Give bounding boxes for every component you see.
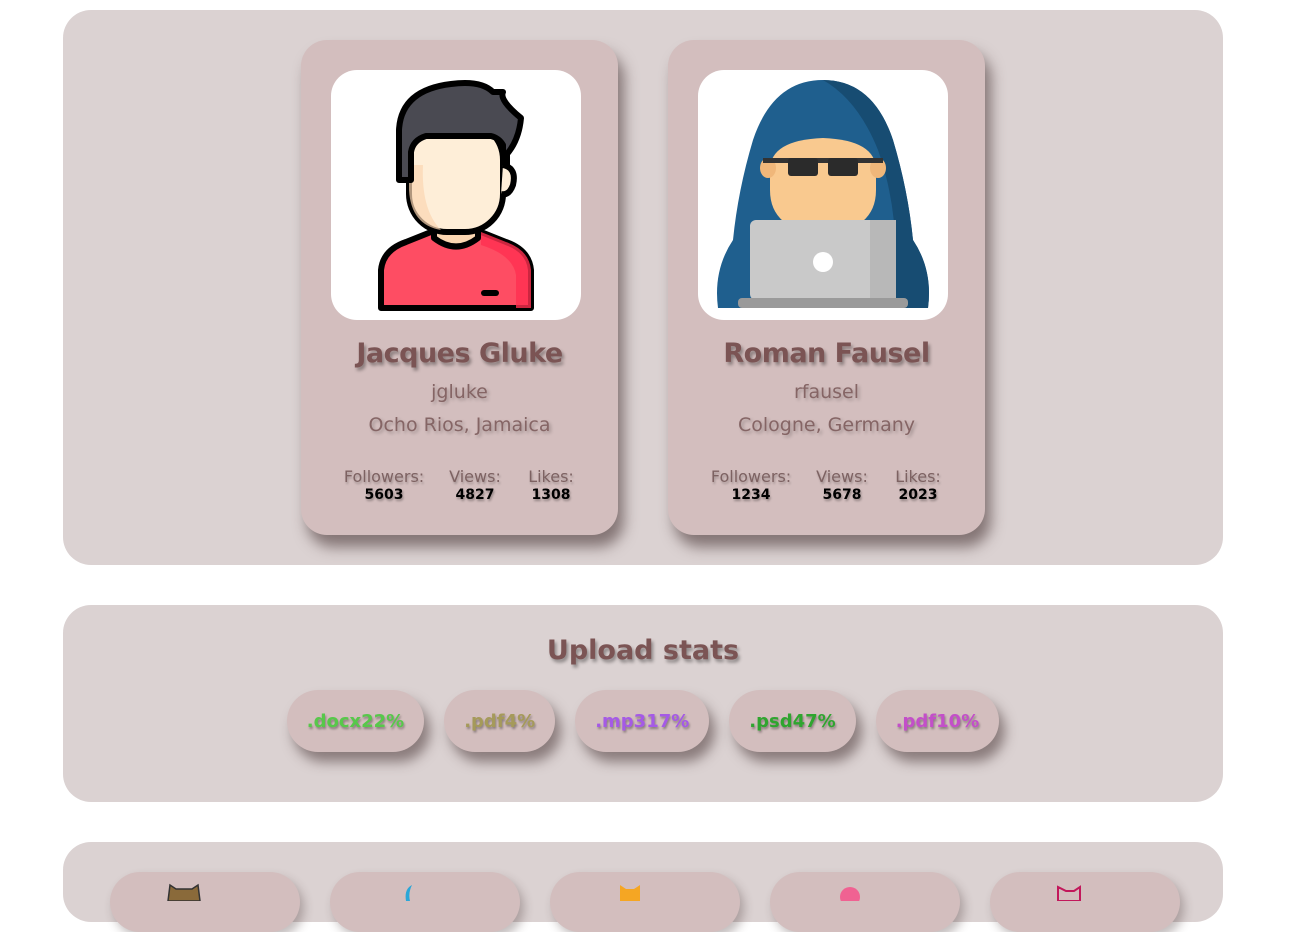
avatar-card[interactable] <box>330 872 520 932</box>
upload-stat-pill[interactable]: .mp317% <box>575 690 710 752</box>
avatar <box>331 70 581 320</box>
profile-card[interactable]: Jacques Gluke jgluke Ocho Rios, Jamaica … <box>301 40 618 535</box>
avatar-card[interactable] <box>110 872 300 932</box>
likes-stat: Likes: 1308 <box>521 467 581 503</box>
bottom-panel <box>63 842 1223 932</box>
likes-stat: Likes: 2023 <box>888 467 948 503</box>
avatar-card[interactable] <box>770 872 960 932</box>
likes-count: 1308 <box>531 487 571 503</box>
profile-name: Jacques Gluke <box>356 338 563 369</box>
likes-label: Likes: <box>895 467 941 486</box>
followers-label: Followers: <box>710 467 792 486</box>
avatar <box>698 70 948 320</box>
owl-icon <box>167 883 201 901</box>
followers-count: 5603 <box>364 487 404 503</box>
hacker-avatar-icon <box>717 80 929 308</box>
profiles-panel: Jacques Gluke jgluke Ocho Rios, Jamaica … <box>63 10 1223 565</box>
upload-stat-pill[interactable]: .pdf10% <box>875 690 1000 752</box>
likes-count: 2023 <box>898 487 938 503</box>
followers-count: 1234 <box>731 487 771 503</box>
avatar-card[interactable] <box>990 872 1180 932</box>
avatar-card[interactable] <box>550 872 740 932</box>
person-avatar-icon <box>378 80 534 311</box>
views-stat: Views: 4827 <box>440 467 510 503</box>
bird-icon <box>405 885 412 901</box>
followers-stat: Followers: 5603 <box>339 467 429 503</box>
flower-icon <box>840 887 860 901</box>
views-count: 5678 <box>822 487 862 503</box>
followers-stat: Followers: 1234 <box>706 467 796 503</box>
views-stat: Views: 5678 <box>807 467 877 503</box>
profile-location: Cologne, Germany <box>738 414 915 436</box>
bat-icon <box>1057 885 1081 901</box>
profile-username: jgluke <box>431 381 488 403</box>
upload-stat-pill[interactable]: .docx22% <box>286 690 425 752</box>
upload-stats-title: Upload stats <box>546 635 740 666</box>
followers-label: Followers: <box>343 467 425 486</box>
views-label: Views: <box>816 467 868 486</box>
profile-location: Ocho Rios, Jamaica <box>368 414 551 436</box>
upload-stat-pill[interactable]: .pdf4% <box>444 690 556 752</box>
profile-name: Roman Fausel <box>723 338 930 369</box>
views-label: Views: <box>449 467 501 486</box>
upload-stat-pill[interactable]: .psd47% <box>729 690 856 752</box>
views-count: 4827 <box>455 487 495 503</box>
profile-card[interactable]: Roman Fausel rfausel Cologne, Germany Fo… <box>668 40 985 535</box>
upload-stats-list: .docx22% .pdf4% .mp317% .psd47% .pdf10% <box>63 690 1223 752</box>
upload-stats-panel: Upload stats .docx22% .pdf4% .mp317% .ps… <box>63 605 1223 802</box>
profile-username: rfausel <box>793 381 860 403</box>
fox-icon <box>620 885 640 901</box>
likes-label: Likes: <box>528 467 574 486</box>
